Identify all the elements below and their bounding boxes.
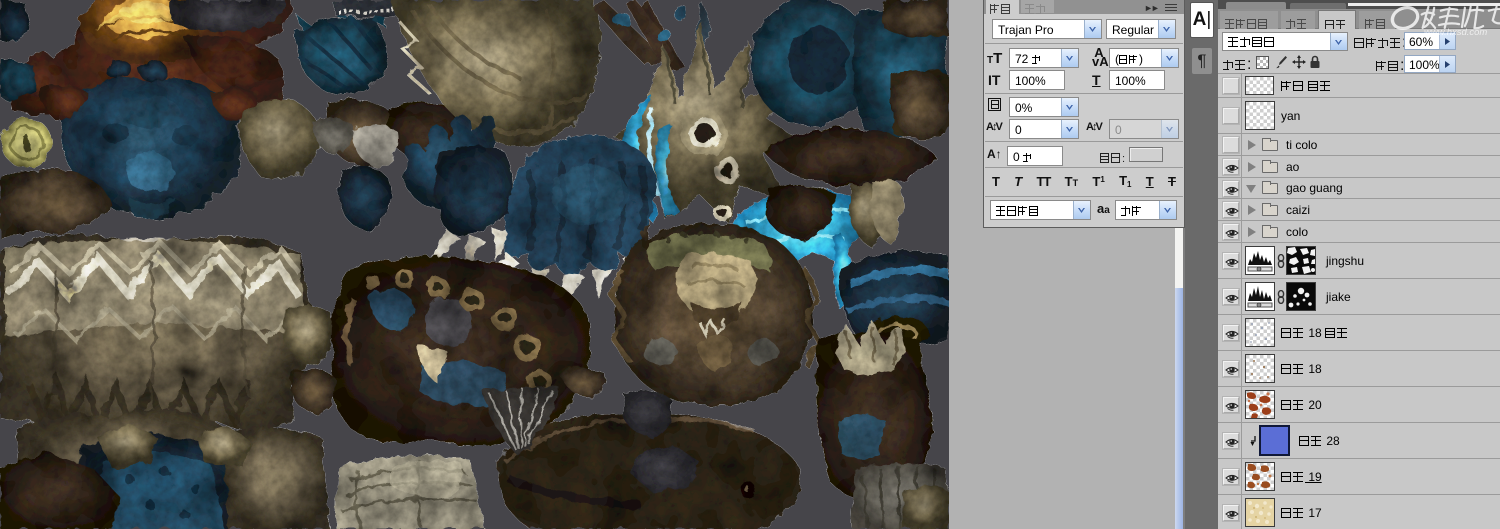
svg-text:www.hxsd.com: www.hxsd.com: [1424, 27, 1487, 36]
